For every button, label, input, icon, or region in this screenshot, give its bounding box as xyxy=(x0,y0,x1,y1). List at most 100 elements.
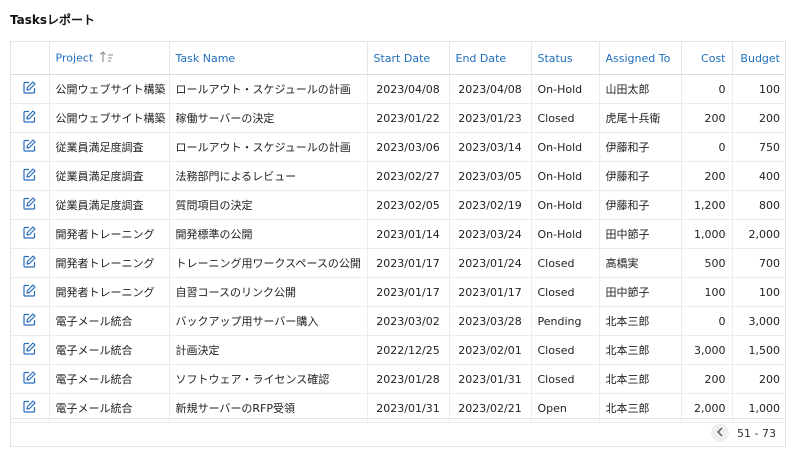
table-row: 従業員満足度調査 法務部門によるレビュー 2023/02/27 2023/03/05 O… xyxy=(11,161,785,191)
table-row: 電子メール統合 計画決定 2022/12/25 2023/02/01 Closed 北本三… xyxy=(11,335,785,365)
edit-cell xyxy=(11,335,50,365)
cost-cell: 3,000 xyxy=(681,335,733,365)
budget-cell: 750 xyxy=(732,132,785,162)
cost-cell: 100 xyxy=(681,277,733,307)
task-name-cell: ロールアウト・スケジュールの計画 xyxy=(169,132,368,162)
edit-icon[interactable] xyxy=(23,226,36,242)
table-row: 従業員満足度調査 ロールアウト・スケジュールの計画 2023/03/06 2023/0… xyxy=(11,132,785,162)
column-header-start-date[interactable]: Start Date xyxy=(367,42,450,75)
budget-cell: 200 xyxy=(732,364,785,394)
edit-cell xyxy=(11,248,50,278)
project-cell: 公開ウェブサイト構築 xyxy=(49,74,170,104)
table-row: 公開ウェブサイト構築 稼働サーバーの決定 2023/01/22 2023/01/23 C… xyxy=(11,103,785,133)
edit-cell xyxy=(11,277,50,307)
budget-cell: 400 xyxy=(732,161,785,191)
sort-ascending-icon[interactable] xyxy=(99,50,114,66)
task-name-cell: 自習コースのリンク公開 xyxy=(169,277,368,307)
column-header-task-name[interactable]: Task Name xyxy=(169,42,368,75)
cost-cell: 1,000 xyxy=(681,219,733,249)
status-cell: On-Hold xyxy=(531,219,600,249)
start-date-cell: 2023/01/14 xyxy=(367,219,450,249)
edit-icon[interactable] xyxy=(23,168,36,184)
table-row: 開発者トレーニング 自習コースのリンク公開 2023/01/17 2023/01/17… xyxy=(11,277,785,307)
assigned-to-cell: 伊藤和子 xyxy=(599,161,682,191)
column-header-end-date[interactable]: End Date xyxy=(449,42,532,75)
status-cell: Closed xyxy=(531,364,600,394)
column-header-assigned-to[interactable]: Assigned To xyxy=(599,42,682,75)
cost-cell: 1,200 xyxy=(681,190,733,220)
edit-icon[interactable] xyxy=(23,313,36,329)
task-name-cell: トレーニング用ワークスペースの公開 xyxy=(169,248,368,278)
budget-cell: 100 xyxy=(732,277,785,307)
start-date-cell: 2023/01/17 xyxy=(367,277,450,307)
cost-cell: 0 xyxy=(681,132,733,162)
table-row: 電子メール統合 ソフトウェア・ライセンス確認 2023/01/28 2023/01/3… xyxy=(11,364,785,394)
assigned-to-cell: 山田太郎 xyxy=(599,74,682,104)
start-date-cell: 2023/04/08 xyxy=(367,74,450,104)
edit-icon[interactable] xyxy=(23,342,36,358)
tasks-table: Project Task Name Start Date End Date St… xyxy=(11,42,785,423)
end-date-cell: 2023/01/17 xyxy=(449,277,532,307)
pagination: 51 - 73 xyxy=(711,424,776,442)
column-header-cost[interactable]: Cost xyxy=(681,42,733,75)
end-date-cell: 2023/03/05 xyxy=(449,161,532,191)
task-name-cell: ソフトウェア・ライセンス確認 xyxy=(169,364,368,394)
project-cell: 開発者トレーニング xyxy=(49,219,170,249)
table-row: 電子メール統合 バックアップ用サーバー購入 2023/03/02 2023/03/28… xyxy=(11,306,785,336)
cost-cell: 0 xyxy=(681,306,733,336)
edit-icon[interactable] xyxy=(23,400,36,416)
edit-cell xyxy=(11,132,50,162)
task-name-cell: バックアップ用サーバー購入 xyxy=(169,306,368,336)
edit-icon[interactable] xyxy=(23,284,36,300)
column-header-label: Project xyxy=(55,51,94,64)
edit-cell xyxy=(11,190,50,220)
assigned-to-cell: 田中節子 xyxy=(599,219,682,249)
task-name-cell: 稼働サーバーの決定 xyxy=(169,103,368,133)
page-title: Tasksレポート xyxy=(10,13,96,27)
grid-footer: 51 - 73 xyxy=(10,418,786,447)
edit-icon[interactable] xyxy=(23,110,36,126)
project-cell: 電子メール統合 xyxy=(49,364,170,394)
edit-column-header xyxy=(11,42,50,75)
project-cell: 電子メール統合 xyxy=(49,306,170,336)
table-row: 開発者トレーニング トレーニング用ワークスペースの公開 2023/01/17 2023… xyxy=(11,248,785,278)
budget-cell: 700 xyxy=(732,248,785,278)
cost-cell: 0 xyxy=(681,74,733,104)
assigned-to-cell: 北本三郎 xyxy=(599,335,682,365)
assigned-to-cell: 高橋実 xyxy=(599,248,682,278)
status-cell: Closed xyxy=(531,335,600,365)
tasks-report-grid: Project Task Name Start Date End Date St… xyxy=(10,41,786,447)
assigned-to-cell: 伊藤和子 xyxy=(599,132,682,162)
start-date-cell: 2023/03/06 xyxy=(367,132,450,162)
end-date-cell: 2023/01/31 xyxy=(449,364,532,394)
task-name-cell: 法務部門によるレビュー xyxy=(169,161,368,191)
start-date-cell: 2023/02/05 xyxy=(367,190,450,220)
column-header-budget[interactable]: Budget xyxy=(732,42,785,75)
budget-cell: 3,000 xyxy=(732,306,785,336)
column-header-status[interactable]: Status xyxy=(531,42,600,75)
status-cell: Pending xyxy=(531,306,600,336)
edit-cell xyxy=(11,306,50,336)
project-cell: 開発者トレーニング xyxy=(49,277,170,307)
column-header-project[interactable]: Project xyxy=(49,42,170,75)
status-cell: Closed xyxy=(531,248,600,278)
end-date-cell: 2023/01/23 xyxy=(449,103,532,133)
start-date-cell: 2023/01/22 xyxy=(367,103,450,133)
cost-cell: 200 xyxy=(681,103,733,133)
edit-icon[interactable] xyxy=(23,139,36,155)
status-cell: On-Hold xyxy=(531,74,600,104)
assigned-to-cell: 北本三郎 xyxy=(599,364,682,394)
edit-icon[interactable] xyxy=(23,371,36,387)
task-name-cell: 質問項目の決定 xyxy=(169,190,368,220)
previous-page-button[interactable] xyxy=(711,424,730,442)
edit-icon[interactable] xyxy=(23,81,36,97)
edit-icon[interactable] xyxy=(23,255,36,271)
edit-cell xyxy=(11,103,50,133)
assigned-to-cell: 虎尾十兵衛 xyxy=(599,103,682,133)
status-cell: On-Hold xyxy=(531,190,600,220)
table-row: 従業員満足度調査 質問項目の決定 2023/02/05 2023/02/19 On-Ho… xyxy=(11,190,785,220)
start-date-cell: 2023/02/27 xyxy=(367,161,450,191)
edit-icon[interactable] xyxy=(23,197,36,213)
task-name-cell: ロールアウト・スケジュールの計画 xyxy=(169,74,368,104)
cost-cell: 200 xyxy=(681,364,733,394)
